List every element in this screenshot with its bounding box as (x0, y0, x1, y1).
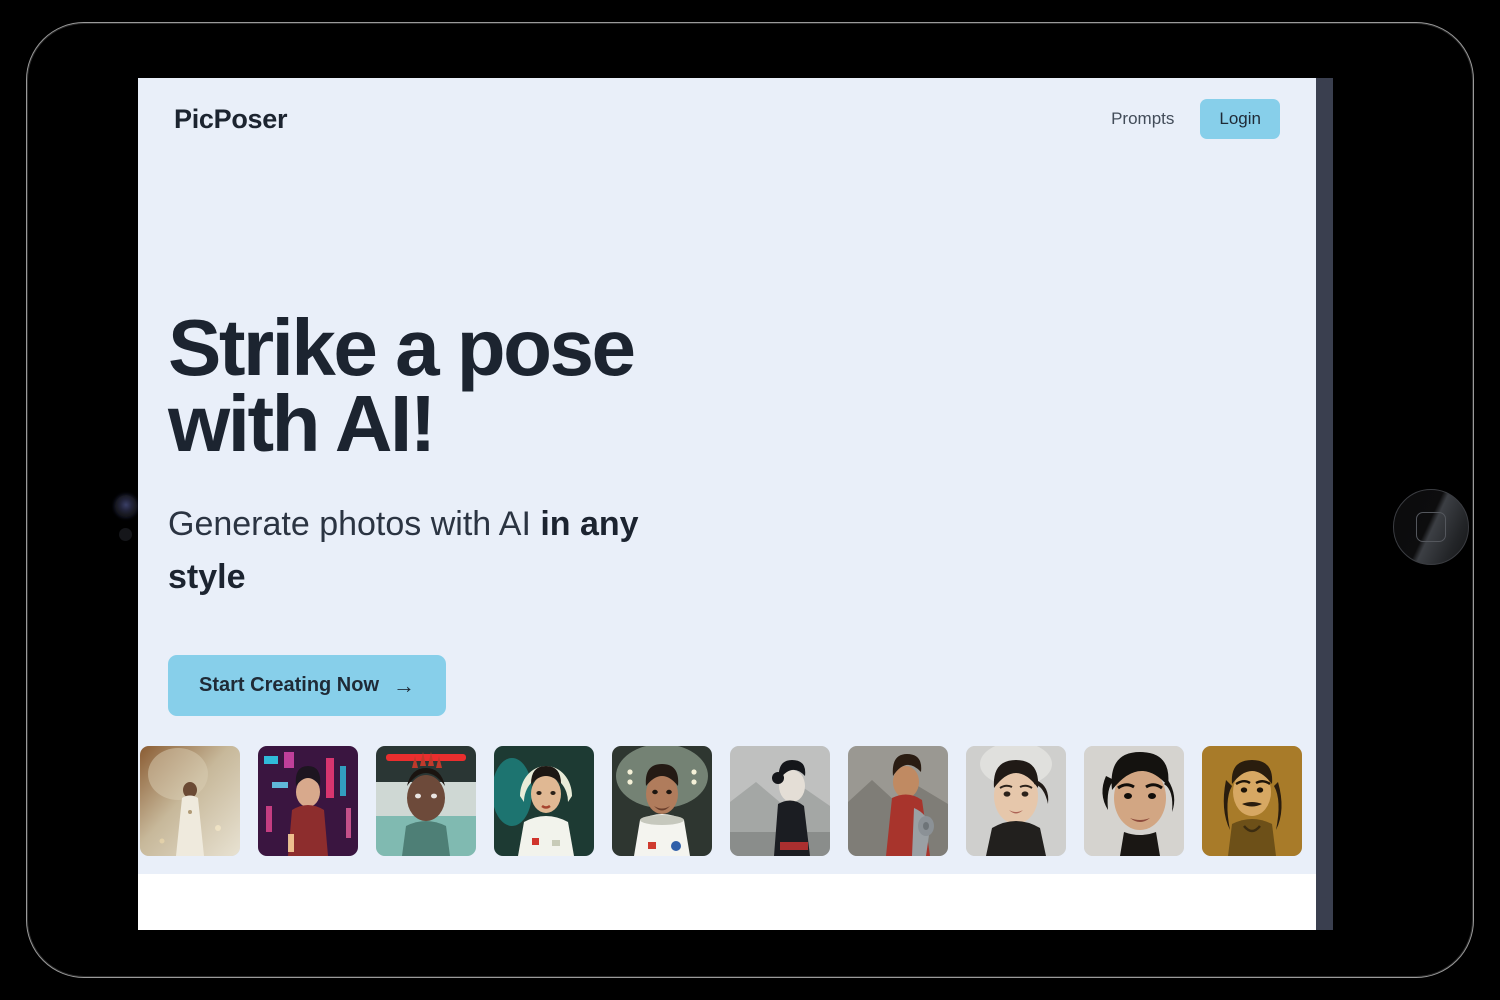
ambient-sensor-icon (119, 528, 132, 541)
gallery-item-pirate-golden-portrait[interactable] (1202, 746, 1302, 856)
site-logo[interactable]: PicPoser (174, 104, 287, 135)
footer-band (138, 874, 1316, 930)
scrollbar-thumb[interactable] (1318, 80, 1331, 898)
start-creating-button[interactable]: Start Creating Now → (168, 655, 447, 717)
gallery-item-samurai-man-portrait[interactable] (1084, 746, 1184, 856)
webpage: PicPoser Prompts Login Strike a pose wit… (138, 78, 1316, 930)
gallery-item-astronaut-man-spacesuit[interactable] (612, 746, 712, 856)
hero-subtitle: Generate photos with AI in any style (168, 498, 708, 603)
page-scrollbar[interactable] (1316, 78, 1333, 930)
navbar: PicPoser Prompts Login (138, 78, 1316, 160)
gallery-item-portrait-woman-neutral[interactable] (966, 746, 1066, 856)
gallery-item-astronaut-woman-green[interactable] (494, 746, 594, 856)
gallery-strip (138, 746, 1316, 856)
hero-title: Strike a pose with AI! (168, 303, 636, 468)
navbar-actions: Prompts Login (1111, 99, 1280, 139)
home-button[interactable] (1393, 489, 1469, 565)
front-camera-icon (115, 495, 137, 517)
hero-section: Strike a pose with AI! Generate photos w… (138, 160, 728, 717)
home-button-square-icon (1416, 512, 1446, 542)
login-button[interactable]: Login (1200, 99, 1280, 139)
nav-link-prompts[interactable]: Prompts (1111, 109, 1174, 129)
cta-label: Start Creating Now (199, 674, 380, 697)
gallery-item-cyberpunk-neon-portrait[interactable] (258, 746, 358, 856)
tablet-screen: PicPoser Prompts Login Strike a pose wit… (138, 78, 1333, 930)
arrow-right-icon: → (393, 672, 416, 698)
gallery-item-warrior-red-cape[interactable] (848, 746, 948, 856)
gallery-item-red-mohawk-neon-portrait[interactable] (376, 746, 476, 856)
gallery-item-robed-figure-misty-forest[interactable] (140, 746, 240, 856)
gallery-item-grayscale-profile-landscape[interactable] (730, 746, 830, 856)
hero-subtitle-normal: Generate photos with AI (168, 505, 541, 543)
